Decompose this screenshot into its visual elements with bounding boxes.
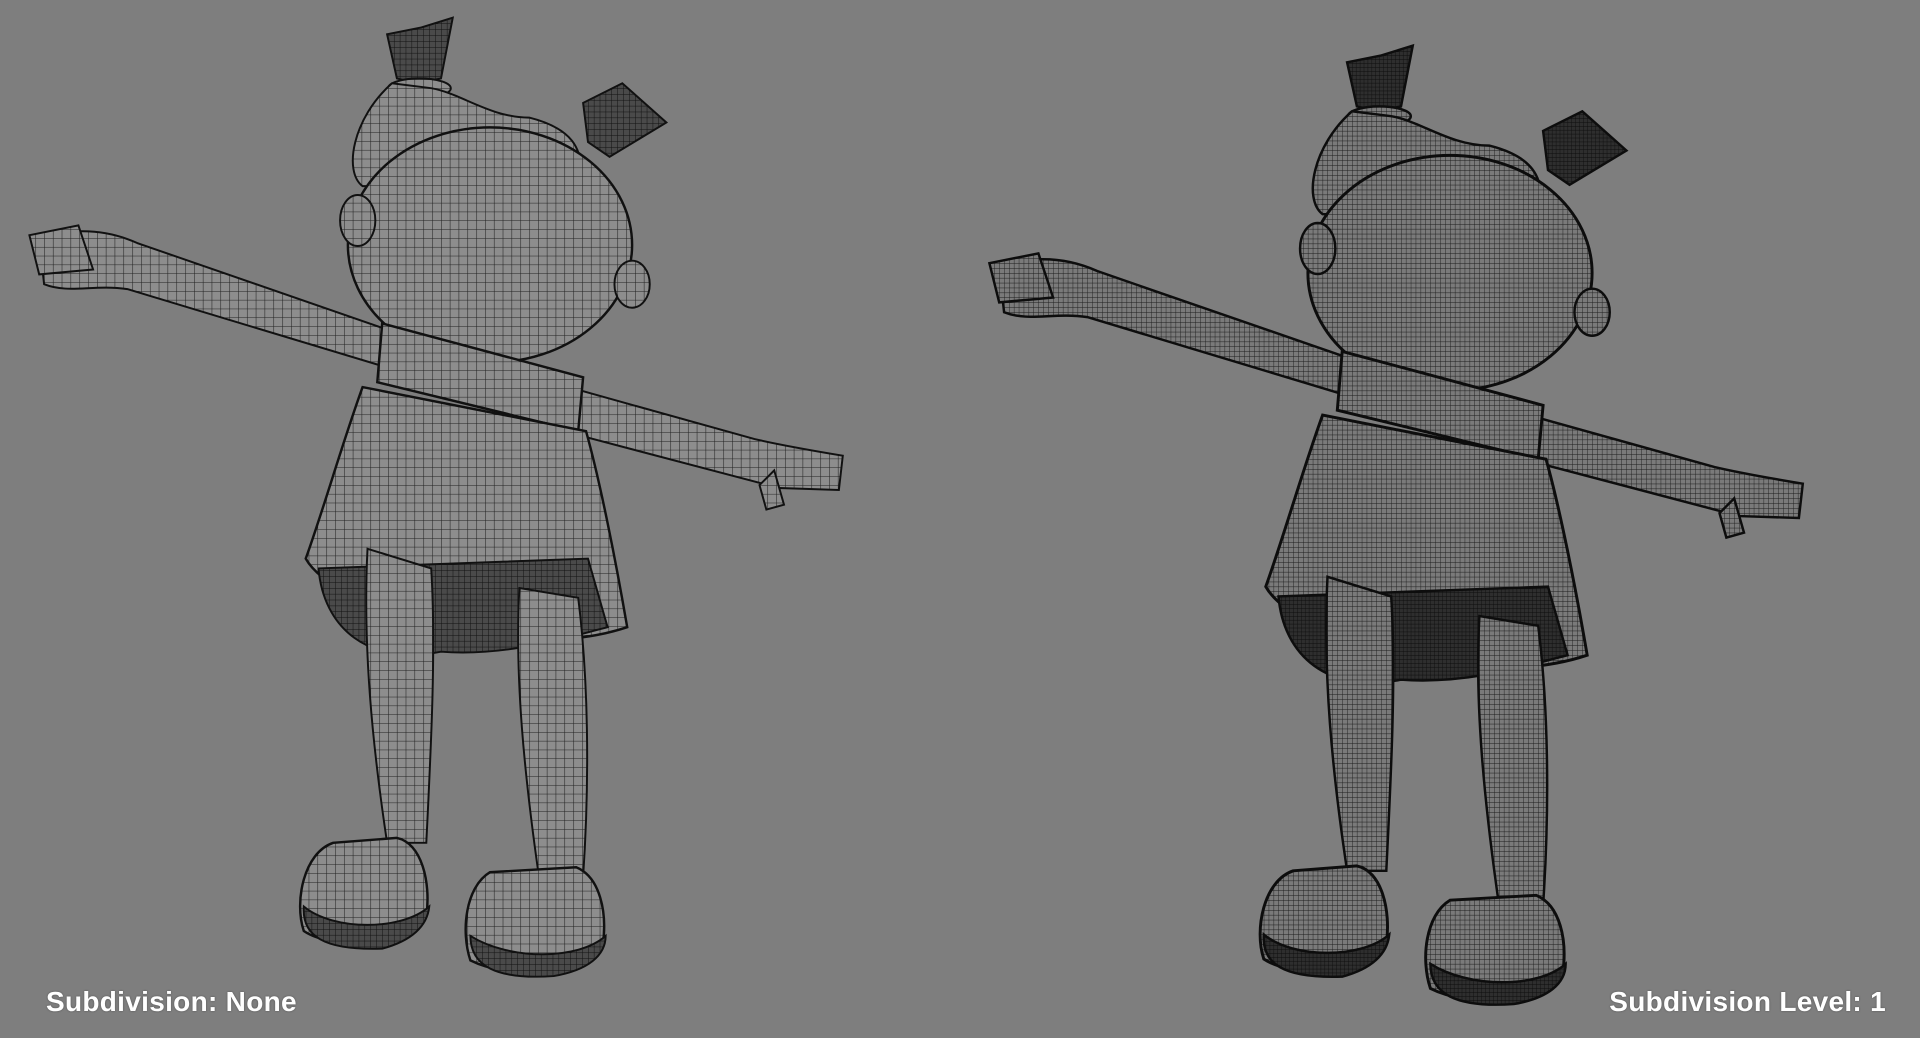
modeling-viewport[interactable]: Subdivision: None Subdivision Level: 1 bbox=[0, 0, 1920, 1038]
mesh-low-poly bbox=[28, 16, 844, 978]
caption-subdivision-none: Subdivision: None bbox=[46, 986, 297, 1017]
mesh-subdivided bbox=[987, 43, 1805, 1006]
caption-subdivision-level: Subdivision Level: 1 bbox=[1609, 986, 1886, 1017]
wireframe-scene bbox=[28, 16, 1805, 1006]
